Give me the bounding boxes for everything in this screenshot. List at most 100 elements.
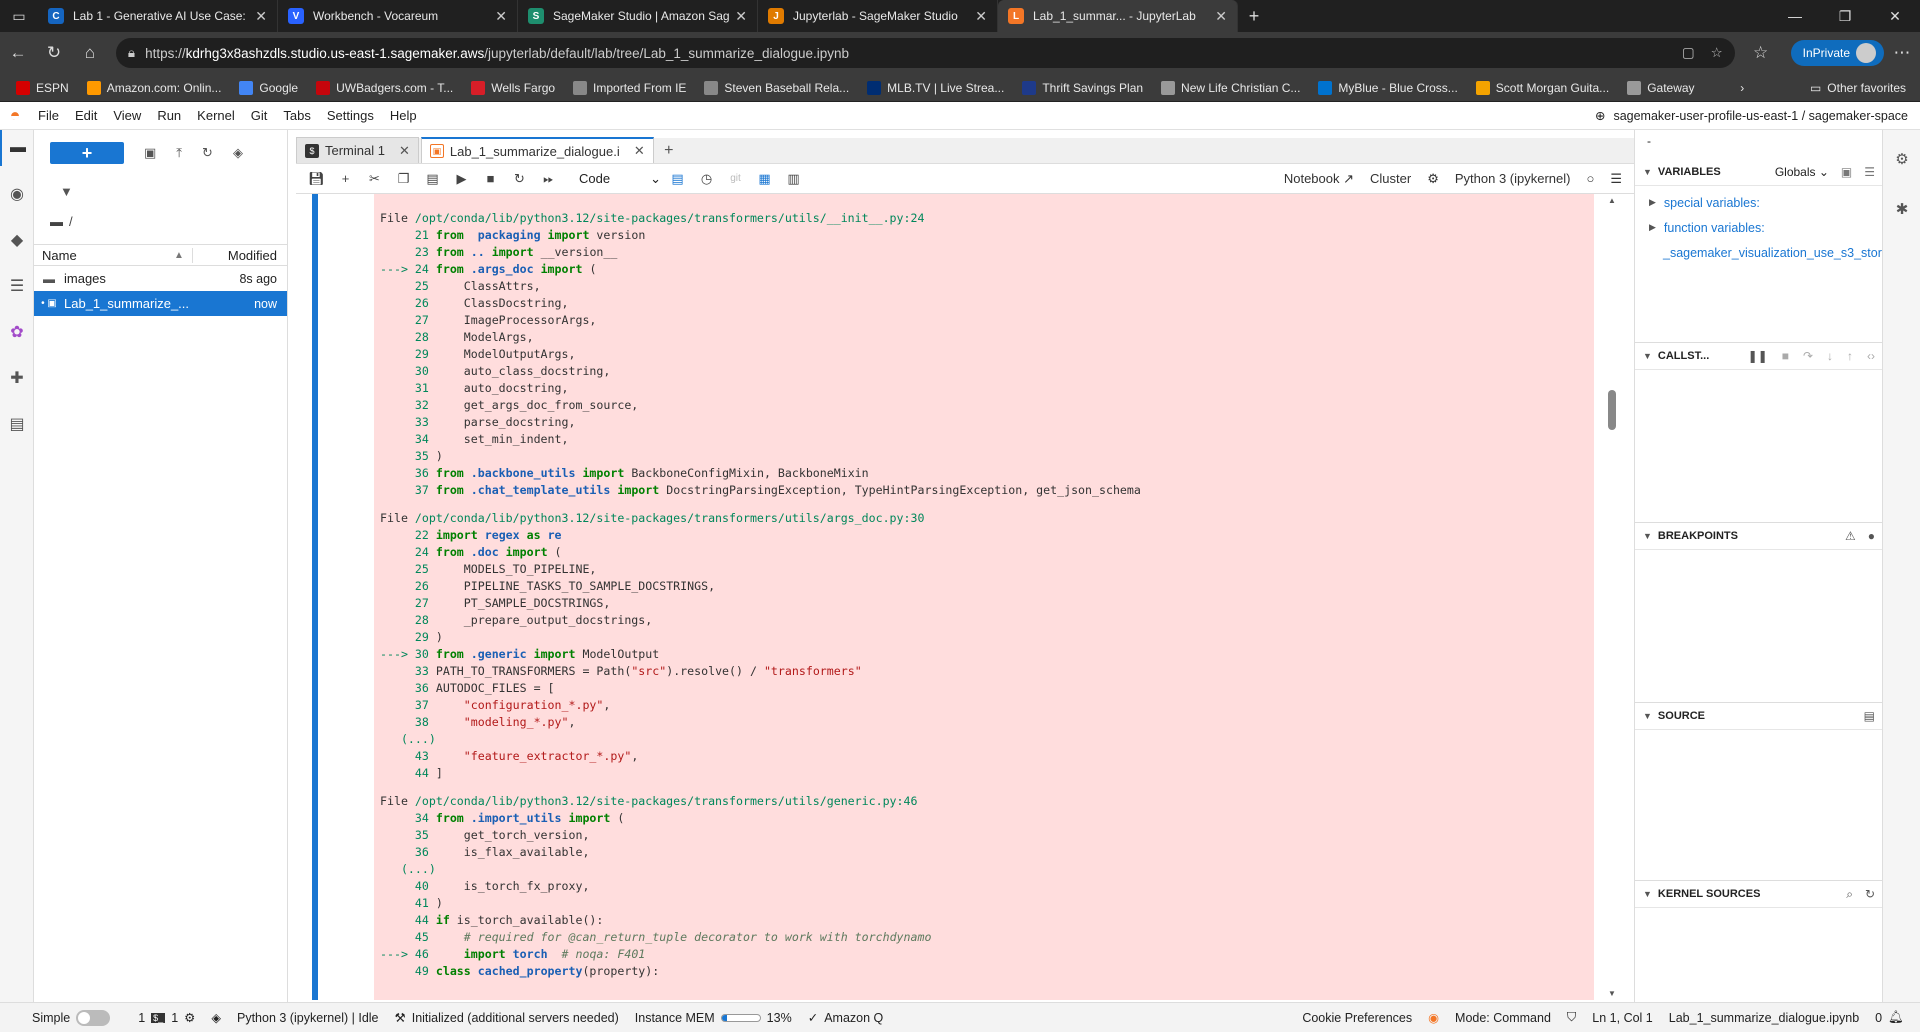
cut-icon[interactable]: ✂	[360, 171, 389, 187]
notebook-format-icon[interactable]: ▤	[663, 171, 692, 187]
scope-select[interactable]: Globals ⌄	[1775, 165, 1829, 179]
caret-right-icon[interactable]: ▶	[1649, 197, 1656, 208]
menu-edit[interactable]: Edit	[67, 108, 105, 123]
fast-forward-icon[interactable]: ⏩︎	[534, 171, 563, 187]
caret-down-icon[interactable]: ▼	[1643, 531, 1652, 541]
tab-notebook[interactable]: ▣ Lab_1_summarize_dialogue.ip ✕	[420, 137, 654, 163]
favorite-item[interactable]: MyBlue - Blue Cross...	[1312, 80, 1463, 95]
close-tab-icon[interactable]: ✕	[634, 143, 645, 159]
favorite-item[interactable]: Gateway	[1621, 80, 1700, 95]
stop-icon[interactable]: ■	[476, 171, 505, 186]
browser-tab[interactable]: J Jupyterlab - SageMaker Studio ✕	[758, 0, 998, 32]
notebook-link[interactable]: Notebook ↗	[1284, 171, 1354, 187]
pause-on-exception-icon[interactable]: ⚠	[1845, 529, 1856, 543]
space-indicator[interactable]: ⊕ sagemaker-user-profile-us-east-1 / sag…	[1595, 108, 1920, 124]
browser-tab[interactable]: V Workbench - Vocareum ✕	[278, 0, 518, 32]
other-favorites[interactable]: ▭ Other favorites	[1804, 81, 1920, 95]
filter-icon[interactable]: ▼	[34, 176, 287, 206]
gear-icon[interactable]: ⚙	[1427, 171, 1439, 187]
caret-down-icon[interactable]: ▼	[1643, 889, 1652, 899]
close-window-icon[interactable]: ✕	[1870, 0, 1920, 32]
variable-row[interactable]: ▶ function variables:	[1635, 215, 1883, 240]
url-field[interactable]: 🔒︎ https://kdrhg3x8ashzdls.studio.us-eas…	[115, 38, 1735, 68]
stop-icon[interactable]: ■	[1782, 349, 1789, 363]
search-icon[interactable]: ⌕	[1846, 887, 1853, 902]
step-over-icon[interactable]: ↷	[1803, 349, 1813, 363]
inprivate-badge[interactable]: InPrivate	[1790, 40, 1885, 66]
cookie-preferences-link[interactable]: Cookie Preferences	[1302, 1011, 1412, 1025]
notification-icon[interactable]: ◉	[1428, 1010, 1439, 1025]
table-view-icon[interactable]: ☰	[1864, 165, 1875, 179]
browser-tab[interactable]: S SageMaker Studio | Amazon Sage ✕	[518, 0, 758, 32]
sort-caret-icon[interactable]: ▲	[174, 250, 192, 261]
file-row[interactable]: ▬ images 8s ago	[34, 266, 287, 291]
upload-icon[interactable]: ⤒	[176, 145, 182, 161]
menu-icon[interactable]: ☰	[1610, 171, 1622, 187]
tab-terminal[interactable]: $ Terminal 1 ✕	[296, 137, 419, 163]
column-name[interactable]: Name	[34, 248, 174, 263]
copy-icon[interactable]: ❐	[389, 171, 418, 187]
paste-icon[interactable]: ▤	[418, 171, 447, 187]
cluster-button[interactable]: Cluster	[1370, 171, 1411, 186]
browser-tab[interactable]: L Lab_1_summar... - JupyterLab ✕	[998, 0, 1238, 32]
cell-type-select[interactable]: Code ⌄	[579, 171, 663, 187]
caret-right-icon[interactable]: ▶	[1649, 222, 1656, 233]
history-icon[interactable]: ◷	[692, 171, 721, 187]
caret-down-icon[interactable]: ▼	[1643, 167, 1652, 177]
back-icon[interactable]: ←	[0, 43, 36, 63]
toggle-switch[interactable]	[76, 1009, 111, 1026]
folder-icon[interactable]: ▬	[0, 130, 34, 166]
shield-icon[interactable]: ⛉	[1567, 1010, 1576, 1025]
git-clone-icon[interactable]: ◈	[233, 145, 243, 161]
caret-down-icon[interactable]: ▼	[1643, 711, 1652, 721]
file-row[interactable]: • ▣ Lab_1_summarize_... now	[34, 291, 287, 316]
favorite-star-icon[interactable]: ☆	[1711, 45, 1723, 61]
terminal-count[interactable]: 1 $_ 1 ⚙	[138, 1010, 195, 1026]
new-tab-button[interactable]: +	[1238, 0, 1270, 32]
active-cell-indicator[interactable]	[312, 194, 318, 1000]
minimize-icon[interactable]: —	[1770, 0, 1820, 32]
menu-settings[interactable]: Settings	[319, 108, 382, 123]
amazon-q-icon[interactable]: ✿	[0, 314, 34, 350]
breadcrumb[interactable]: ▬ /	[34, 206, 287, 236]
insert-cell-icon[interactable]: +	[331, 171, 360, 186]
favorite-item[interactable]: MLB.TV | Live Strea...	[861, 80, 1010, 95]
save-icon[interactable]: 💾︎	[302, 171, 331, 187]
menu-help[interactable]: Help	[382, 108, 425, 123]
restart-icon[interactable]: ↻	[505, 171, 534, 187]
running-icon[interactable]: ◉	[0, 176, 34, 212]
evaluate-icon[interactable]: ‹›	[1867, 349, 1875, 363]
pause-icon[interactable]: ❚❚	[1748, 349, 1768, 363]
git-status-icon[interactable]: ◈	[211, 1010, 221, 1025]
notebook-scrollbar[interactable]: ▲ ▼	[1604, 194, 1620, 1000]
refresh-icon[interactable]: ↻	[1865, 887, 1875, 902]
add-tab-icon[interactable]: +	[656, 139, 682, 163]
caret-down-icon[interactable]: ▼	[1643, 351, 1652, 361]
notification-count[interactable]: 0 🔔︎	[1875, 1010, 1904, 1025]
favorites-icon[interactable]: ☆	[1743, 43, 1779, 63]
toc-icon[interactable]: ☰	[0, 268, 34, 304]
window-menu-icon[interactable]: ▭	[0, 0, 38, 32]
open-source-icon[interactable]: ▤	[1864, 709, 1875, 723]
menu-view[interactable]: View	[105, 108, 149, 123]
favorite-item[interactable]: Steven Baseball Rela...	[698, 80, 855, 95]
new-launcher-button[interactable]: +	[50, 142, 124, 164]
scroll-thumb[interactable]	[1608, 390, 1616, 430]
simple-mode-toggle[interactable]: Simple	[32, 1009, 111, 1026]
property-inspector-icon[interactable]: ⚙	[1883, 150, 1920, 168]
tree-view-icon[interactable]: ▣	[1841, 165, 1852, 179]
lsp-status[interactable]: ⚒ Initialized (additional servers needed…	[395, 1010, 619, 1026]
favorite-item[interactable]: Thrift Savings Plan	[1016, 80, 1149, 95]
favorite-item[interactable]: Imported From IE	[567, 80, 692, 95]
close-tab-icon[interactable]: ✕	[975, 8, 987, 25]
run-icon[interactable]: ▶	[447, 171, 476, 187]
menu-file[interactable]: File	[30, 108, 67, 123]
menu-run[interactable]: Run	[149, 108, 189, 123]
favorite-item[interactable]: Wells Fargo	[465, 80, 561, 95]
step-in-icon[interactable]: ↓	[1827, 349, 1833, 363]
kernel-status[interactable]: Python 3 (ipykernel) | Idle	[237, 1011, 379, 1025]
refresh-icon[interactable]: ↻	[36, 43, 72, 63]
scroll-up-icon[interactable]: ▲	[1604, 196, 1620, 205]
favorite-item[interactable]: Amazon.com: Onlin...	[81, 80, 228, 95]
variable-row[interactable]: _sagemaker_visualization_use_s3_storage	[1635, 240, 1883, 265]
